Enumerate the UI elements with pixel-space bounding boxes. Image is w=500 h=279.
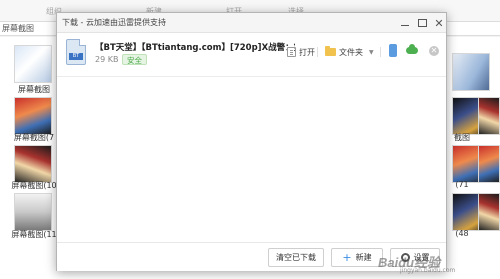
download-dialog: 下载 - 云加速由迅雷提供支持 ✕ BT 【BT天堂】【BTtiantang.c… [56, 12, 447, 271]
clear-downloaded-button[interactable]: 清空已下载 [268, 248, 324, 267]
file-thumbnail[interactable] [478, 97, 500, 135]
file-label[interactable]: 屏幕截图(7 [4, 132, 64, 143]
folder-icon [325, 46, 336, 56]
cloud-icon[interactable] [406, 44, 418, 54]
torrent-file-icon: BT [66, 39, 86, 65]
file-thumbnail[interactable] [14, 45, 52, 83]
chevron-down-icon[interactable]: ▼ [369, 49, 374, 56]
close-button[interactable]: ✕ [431, 15, 447, 31]
new-download-button[interactable]: + 新建 [331, 248, 383, 267]
file-thumbnail[interactable] [452, 53, 490, 91]
download-file-name: 【BT天堂】【BTtiantang.com】[720p]X战警：第... [95, 43, 295, 53]
minimize-button[interactable] [397, 15, 413, 31]
maximize-button[interactable] [414, 15, 430, 31]
file-label[interactable]: (71 [450, 180, 474, 189]
baidu-watermark: Baidu经验 jingyan.baidu.com [378, 250, 496, 274]
dialog-title: 下载 - 云加速由迅雷提供支持 [62, 18, 166, 27]
download-file-size: 29 KB [95, 55, 119, 64]
plus-icon: + [342, 251, 352, 264]
file-thumbnail[interactable] [478, 193, 500, 231]
safety-badge: 安全 [122, 54, 147, 65]
download-item[interactable]: BT 【BT天堂】【BTtiantang.com】[720p]X战警：第... … [57, 34, 446, 76]
remove-icon[interactable]: ✕ [429, 46, 439, 56]
file-label[interactable]: 截图 [450, 132, 474, 143]
new-download-label: 新建 [355, 253, 372, 262]
watermark-url: jingyan.baidu.com [400, 267, 456, 274]
address-path: 屏幕截图 [2, 24, 34, 33]
open-file-icon [287, 47, 296, 57]
file-thumbnail[interactable] [14, 145, 52, 183]
file-label[interactable]: 屏幕截图(10 [4, 180, 64, 191]
open-file-button[interactable]: 打开 [287, 45, 315, 59]
file-thumbnail[interactable] [14, 193, 52, 231]
file-type-tag: BT [69, 53, 83, 60]
divider [317, 47, 318, 57]
file-label[interactable]: (48 [450, 229, 474, 238]
file-thumbnail[interactable] [478, 145, 500, 183]
open-file-label: 打开 [299, 47, 315, 57]
file-thumbnail[interactable] [14, 97, 52, 135]
dialog-titlebar[interactable]: 下载 - 云加速由迅雷提供支持 ✕ [57, 13, 446, 33]
maximize-icon [417, 19, 427, 27]
divider [380, 47, 381, 57]
list-divider [57, 76, 446, 77]
open-folder-button[interactable]: 文件夹 ▼ [325, 45, 374, 59]
file-label[interactable]: 屏幕截图 [4, 84, 64, 95]
close-icon: ✕ [434, 16, 444, 30]
send-to-phone-icon[interactable] [389, 44, 397, 57]
open-folder-label: 文件夹 [339, 47, 363, 57]
file-label[interactable]: 屏幕截图(11 [4, 229, 64, 240]
minimize-icon [401, 24, 409, 26]
